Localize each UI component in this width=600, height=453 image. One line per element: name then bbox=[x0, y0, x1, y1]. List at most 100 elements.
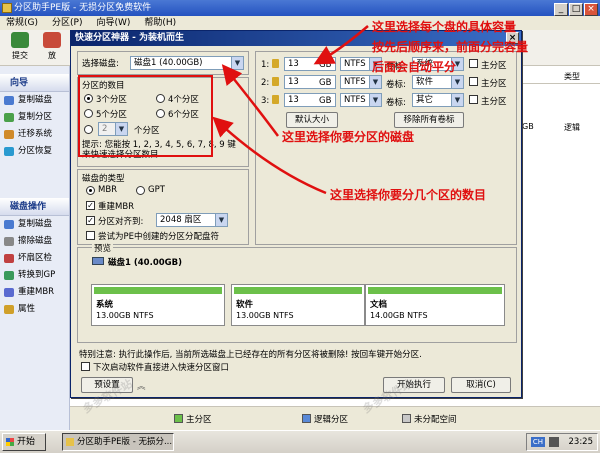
sidebar: 向导 复制磁盘 复制分区 迁移系统 分区恢复 磁盘操作 复制磁盘 擦除磁盘 坏扇… bbox=[0, 66, 70, 430]
preview-partition-1[interactable]: 系统 13.00GB NTFS bbox=[91, 284, 225, 326]
gpt-label: GPT bbox=[148, 185, 165, 195]
preview-partition-2[interactable]: 软件 13.00GB NTFS bbox=[231, 284, 365, 326]
row3-index: 3: bbox=[261, 96, 270, 106]
disk-select-group: 选择磁盘: 磁盘1 (40.00GB) ▼ bbox=[77, 51, 249, 75]
row2-unit: GB bbox=[319, 78, 332, 88]
annotation-count-note: 这里选择你要分几个区的数目 bbox=[330, 188, 487, 202]
lock-icon[interactable] bbox=[272, 95, 279, 104]
row3-label-name: 卷标: bbox=[386, 98, 406, 108]
system-tray: CH 23:25 bbox=[526, 433, 598, 451]
dialog-title: 快速分区神器 - 为装机而生 bbox=[75, 33, 185, 43]
eraser-icon bbox=[4, 237, 14, 246]
row1-unit: GB bbox=[319, 60, 332, 70]
app-icon bbox=[2, 3, 12, 13]
rebuild-mbr-label: 重建MBR bbox=[98, 202, 135, 212]
chevron-up-icon[interactable]: ︽ bbox=[137, 380, 146, 392]
maximize-button[interactable]: □ bbox=[569, 3, 583, 16]
row2-index: 2: bbox=[261, 78, 270, 88]
language-indicator[interactable]: CH bbox=[531, 437, 545, 447]
row3-label-select[interactable]: 其它 ▼ bbox=[412, 93, 464, 107]
disk-icon bbox=[4, 96, 14, 105]
lock-icon[interactable] bbox=[272, 59, 279, 68]
row1-index: 1: bbox=[261, 60, 270, 70]
mbr-icon bbox=[4, 288, 14, 297]
sidebar-item-properties[interactable]: 属性 bbox=[0, 301, 69, 318]
commit-icon bbox=[11, 32, 29, 48]
rebuild-mbr-checkbox[interactable]: ✓ bbox=[86, 201, 95, 210]
sidebar-item-copy-disk-2[interactable]: 复制磁盘 bbox=[0, 216, 69, 233]
chevron-down-icon: ▼ bbox=[215, 214, 227, 226]
align-checkbox[interactable]: ✓ bbox=[86, 216, 95, 225]
radio-mbr[interactable] bbox=[86, 186, 95, 195]
app-icon bbox=[66, 438, 74, 446]
partition-bar bbox=[234, 287, 362, 294]
pe-assign-label: 尝试为PE中创建的分区分配盘符 bbox=[98, 232, 219, 242]
sidebar-item-bad-sector[interactable]: 坏扇区检 bbox=[0, 250, 69, 267]
column-type: 类型 bbox=[564, 72, 580, 81]
commit-button[interactable]: 提交 bbox=[4, 32, 36, 61]
partition-bar bbox=[368, 287, 502, 294]
preview-label: 预览 bbox=[92, 242, 114, 254]
sidebar-item-copy-disk[interactable]: 复制磁盘 bbox=[0, 92, 69, 109]
network-icon[interactable] bbox=[549, 437, 559, 447]
discard-button[interactable]: 放 bbox=[36, 32, 68, 61]
chevron-down-icon: ▼ bbox=[451, 76, 463, 88]
annotation-highlight-box bbox=[78, 75, 213, 157]
sidebar-item-convert-gpt[interactable]: 转换到GP bbox=[0, 267, 69, 284]
annotation-capacity-line1: 这里选择每个盘的具体容量 bbox=[372, 20, 517, 34]
partition-list-header: 类型 bbox=[520, 70, 600, 84]
row2-primary-label: 主分区 bbox=[481, 79, 507, 89]
sidebar-item-wipe[interactable]: 擦除磁盘 bbox=[0, 233, 69, 250]
ops-header: 磁盘操作 bbox=[0, 198, 69, 216]
row2-primary-checkbox[interactable] bbox=[469, 77, 478, 86]
chevron-down-icon: ▼ bbox=[369, 94, 381, 106]
partition-name: 文档 bbox=[370, 300, 388, 310]
row-type: 逻辑 bbox=[564, 123, 580, 132]
disk-type-group: 磁盘的类型 MBR GPT ✓ 重建MBR ✓ 分区对齐到: 2048 扇区 ▼… bbox=[77, 169, 249, 245]
sidebar-item-rebuild-mbr[interactable]: 重建MBR bbox=[0, 284, 69, 301]
enter-quick-label: 下次启动软件直接进入快速分区窗口 bbox=[93, 363, 230, 373]
enter-quick-checkbox[interactable] bbox=[81, 362, 90, 371]
remove-labels-button[interactable]: 移除所有卷标 bbox=[394, 112, 464, 128]
row1-primary-label: 主分区 bbox=[481, 61, 507, 71]
menu-help[interactable]: 帮助(H) bbox=[144, 18, 176, 28]
preview-partition-3[interactable]: 文档 14.00GB NTFS bbox=[365, 284, 505, 326]
annotation-capacity-line3: 后面会自动平分 bbox=[372, 60, 457, 74]
cancel-button[interactable]: 取消(C) bbox=[451, 377, 511, 393]
menu-general[interactable]: 常规(G) bbox=[6, 18, 38, 28]
row1-primary-checkbox[interactable] bbox=[469, 59, 478, 68]
taskbar-item-app[interactable]: 分区助手PE版 - 无损分... bbox=[62, 433, 174, 451]
chevron-down-icon: ▼ bbox=[451, 94, 463, 106]
legend-logical: 逻辑分区 bbox=[302, 413, 348, 425]
legend-swatch-unallocated bbox=[402, 414, 411, 423]
row3-fs-select[interactable]: NTFS ▼ bbox=[340, 93, 382, 107]
partition-name: 软件 bbox=[236, 300, 254, 310]
radio-gpt[interactable] bbox=[136, 186, 145, 195]
mbr-label: MBR bbox=[98, 185, 118, 195]
row2-label-name: 卷标: bbox=[386, 80, 406, 90]
lock-icon[interactable] bbox=[272, 77, 279, 86]
close-button[interactable]: × bbox=[584, 3, 598, 16]
menu-wizard[interactable]: 向导(W) bbox=[96, 18, 130, 28]
row3-primary-checkbox[interactable] bbox=[469, 95, 478, 104]
row2-fs-select[interactable]: NTFS ▼ bbox=[340, 75, 382, 89]
sidebar-item-migrate-os[interactable]: 迁移系统 bbox=[0, 126, 69, 143]
row2-label-select[interactable]: 软件 ▼ bbox=[412, 75, 464, 89]
disk-icon bbox=[92, 257, 104, 265]
disk-icon bbox=[4, 220, 14, 229]
start-button[interactable]: 开始 bbox=[2, 433, 46, 451]
disk-select[interactable]: 磁盘1 (40.00GB) ▼ bbox=[130, 56, 244, 70]
legend-primary: 主分区 bbox=[174, 413, 212, 425]
sidebar-item-recover[interactable]: 分区恢复 bbox=[0, 143, 69, 160]
menu-partition[interactable]: 分区(P) bbox=[52, 18, 82, 28]
pe-assign-checkbox[interactable] bbox=[86, 231, 95, 240]
default-size-button[interactable]: 默认大小 bbox=[286, 112, 338, 128]
sidebar-item-copy-partition[interactable]: 复制分区 bbox=[0, 109, 69, 126]
partition-list-pane: 类型 GB 逻辑 bbox=[520, 66, 600, 430]
taskbar: 开始 分区助手PE版 - 无损分... CH 23:25 bbox=[0, 430, 600, 453]
row3-primary-label: 主分区 bbox=[481, 97, 507, 107]
align-select[interactable]: 2048 扇区 ▼ bbox=[156, 213, 228, 227]
bad-sector-icon bbox=[4, 254, 14, 263]
minimize-button[interactable]: _ bbox=[554, 3, 568, 16]
commit-label: 提交 bbox=[12, 51, 28, 60]
